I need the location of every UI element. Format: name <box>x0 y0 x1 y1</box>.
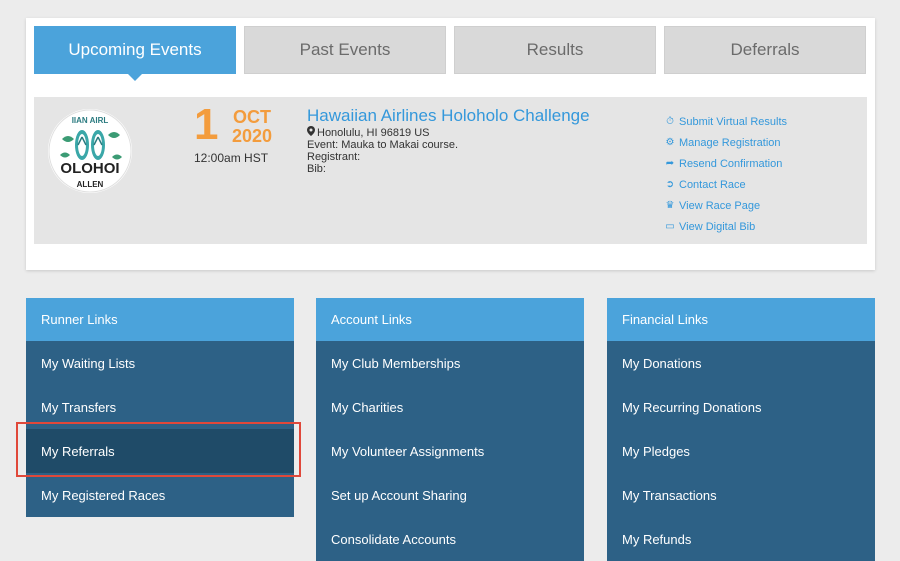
financial-links-panel: Financial Links My Donations My Recurrin… <box>607 298 875 561</box>
tab-deferrals[interactable]: Deferrals <box>664 26 866 74</box>
manage-registration-link[interactable]: ⚙ Manage Registration <box>664 132 787 153</box>
action-label: Manage Registration <box>679 136 781 149</box>
panel-title: Account Links <box>316 298 584 341</box>
action-label: Submit Virtual Results <box>679 115 788 128</box>
arrow-circle-icon: ➲ <box>665 179 675 190</box>
event-month-year: OCT 2020 <box>227 108 277 146</box>
tab-label: Deferrals <box>730 40 800 59</box>
map-pin-icon <box>307 126 317 139</box>
view-digital-bib-link[interactable]: ▭ View Digital Bib <box>664 216 787 237</box>
runner-links-panel: Runner Links My Waiting Lists My Transfe… <box>26 298 294 517</box>
link-my-charities[interactable]: My Charities <box>316 385 584 429</box>
link-my-volunteer-assignments[interactable]: My Volunteer Assignments <box>316 429 584 473</box>
tab-label: Upcoming Events <box>68 40 202 59</box>
event-title-link[interactable]: Hawaiian Airlines Holoholo Challenge <box>307 106 590 126</box>
link-my-pledges[interactable]: My Pledges <box>607 429 875 473</box>
trophy-icon: ♛ <box>665 200 675 211</box>
event-month: OCT <box>233 107 271 127</box>
tab-label: Results <box>526 40 584 59</box>
tab-results[interactable]: Results <box>454 26 656 74</box>
event-bib: Bib: <box>307 163 326 175</box>
annotation-highlight-box <box>16 422 301 477</box>
link-consolidate-accounts[interactable]: Consolidate Accounts <box>316 517 584 561</box>
share-icon: ➦ <box>665 158 675 169</box>
event-actions: ⏱ Submit Virtual Results ⚙ Manage Registra… <box>664 111 787 237</box>
link-my-waiting-lists[interactable]: My Waiting Lists <box>26 341 294 385</box>
view-race-page-link[interactable]: ♛ View Race Page <box>664 195 787 216</box>
tab-past-events[interactable]: Past Events <box>244 26 446 74</box>
action-label: View Digital Bib <box>679 220 756 233</box>
event-year: 2020 <box>231 126 273 146</box>
panel-body: My Club Memberships My Charities My Volu… <box>316 341 584 561</box>
action-label: View Race Page <box>679 199 761 212</box>
link-my-transactions[interactable]: My Transactions <box>607 473 875 517</box>
event-course: Event: Mauka to Makai course. <box>307 139 459 151</box>
logo-text-bot: ALLEN <box>77 180 104 189</box>
events-card: Upcoming Events Past Events Results Defe… <box>26 18 875 270</box>
logo-text-mid: OLOHOI <box>60 160 119 177</box>
gear-icon: ⚙ <box>665 137 675 148</box>
event-day: 1 <box>194 100 219 149</box>
submit-virtual-results-link[interactable]: ⏱ Submit Virtual Results <box>664 111 787 132</box>
link-my-refunds[interactable]: My Refunds <box>607 517 875 561</box>
stopwatch-icon: ⏱ <box>666 116 674 127</box>
event-row: IIAN AIRL OLOHOI ALLEN 1 OCT 2020 12:00a… <box>34 97 867 244</box>
logo-text-top: IIAN AIRL <box>72 116 109 125</box>
action-label: Resend Confirmation <box>679 157 783 170</box>
account-links-panel: Account Links My Club Memberships My Cha… <box>316 298 584 561</box>
event-location: Honolulu, HI 96819 US <box>307 126 430 139</box>
event-registrant: Registrant: <box>307 151 361 163</box>
event-time: 12:00am HST <box>194 151 269 165</box>
link-my-club-memberships[interactable]: My Club Memberships <box>316 341 584 385</box>
panel-body: My Donations My Recurring Donations My P… <box>607 341 875 561</box>
card-icon: ▭ <box>665 221 675 232</box>
panel-title: Financial Links <box>607 298 875 341</box>
event-logo: IIAN AIRL OLOHOI ALLEN <box>48 109 132 193</box>
link-set-up-account-sharing[interactable]: Set up Account Sharing <box>316 473 584 517</box>
link-my-recurring-donations[interactable]: My Recurring Donations <box>607 385 875 429</box>
resend-confirmation-link[interactable]: ➦ Resend Confirmation <box>664 153 787 174</box>
panel-title: Runner Links <box>26 298 294 341</box>
tab-upcoming-events[interactable]: Upcoming Events <box>34 26 236 81</box>
event-location-text: Honolulu, HI 96819 US <box>317 127 430 139</box>
link-my-registered-races[interactable]: My Registered Races <box>26 473 294 517</box>
slippers-logo-icon: IIAN AIRL OLOHOI ALLEN <box>48 109 132 193</box>
link-my-donations[interactable]: My Donations <box>607 341 875 385</box>
contact-race-link[interactable]: ➲ Contact Race <box>664 174 787 195</box>
action-label: Contact Race <box>679 178 746 191</box>
tab-label: Past Events <box>299 40 391 59</box>
